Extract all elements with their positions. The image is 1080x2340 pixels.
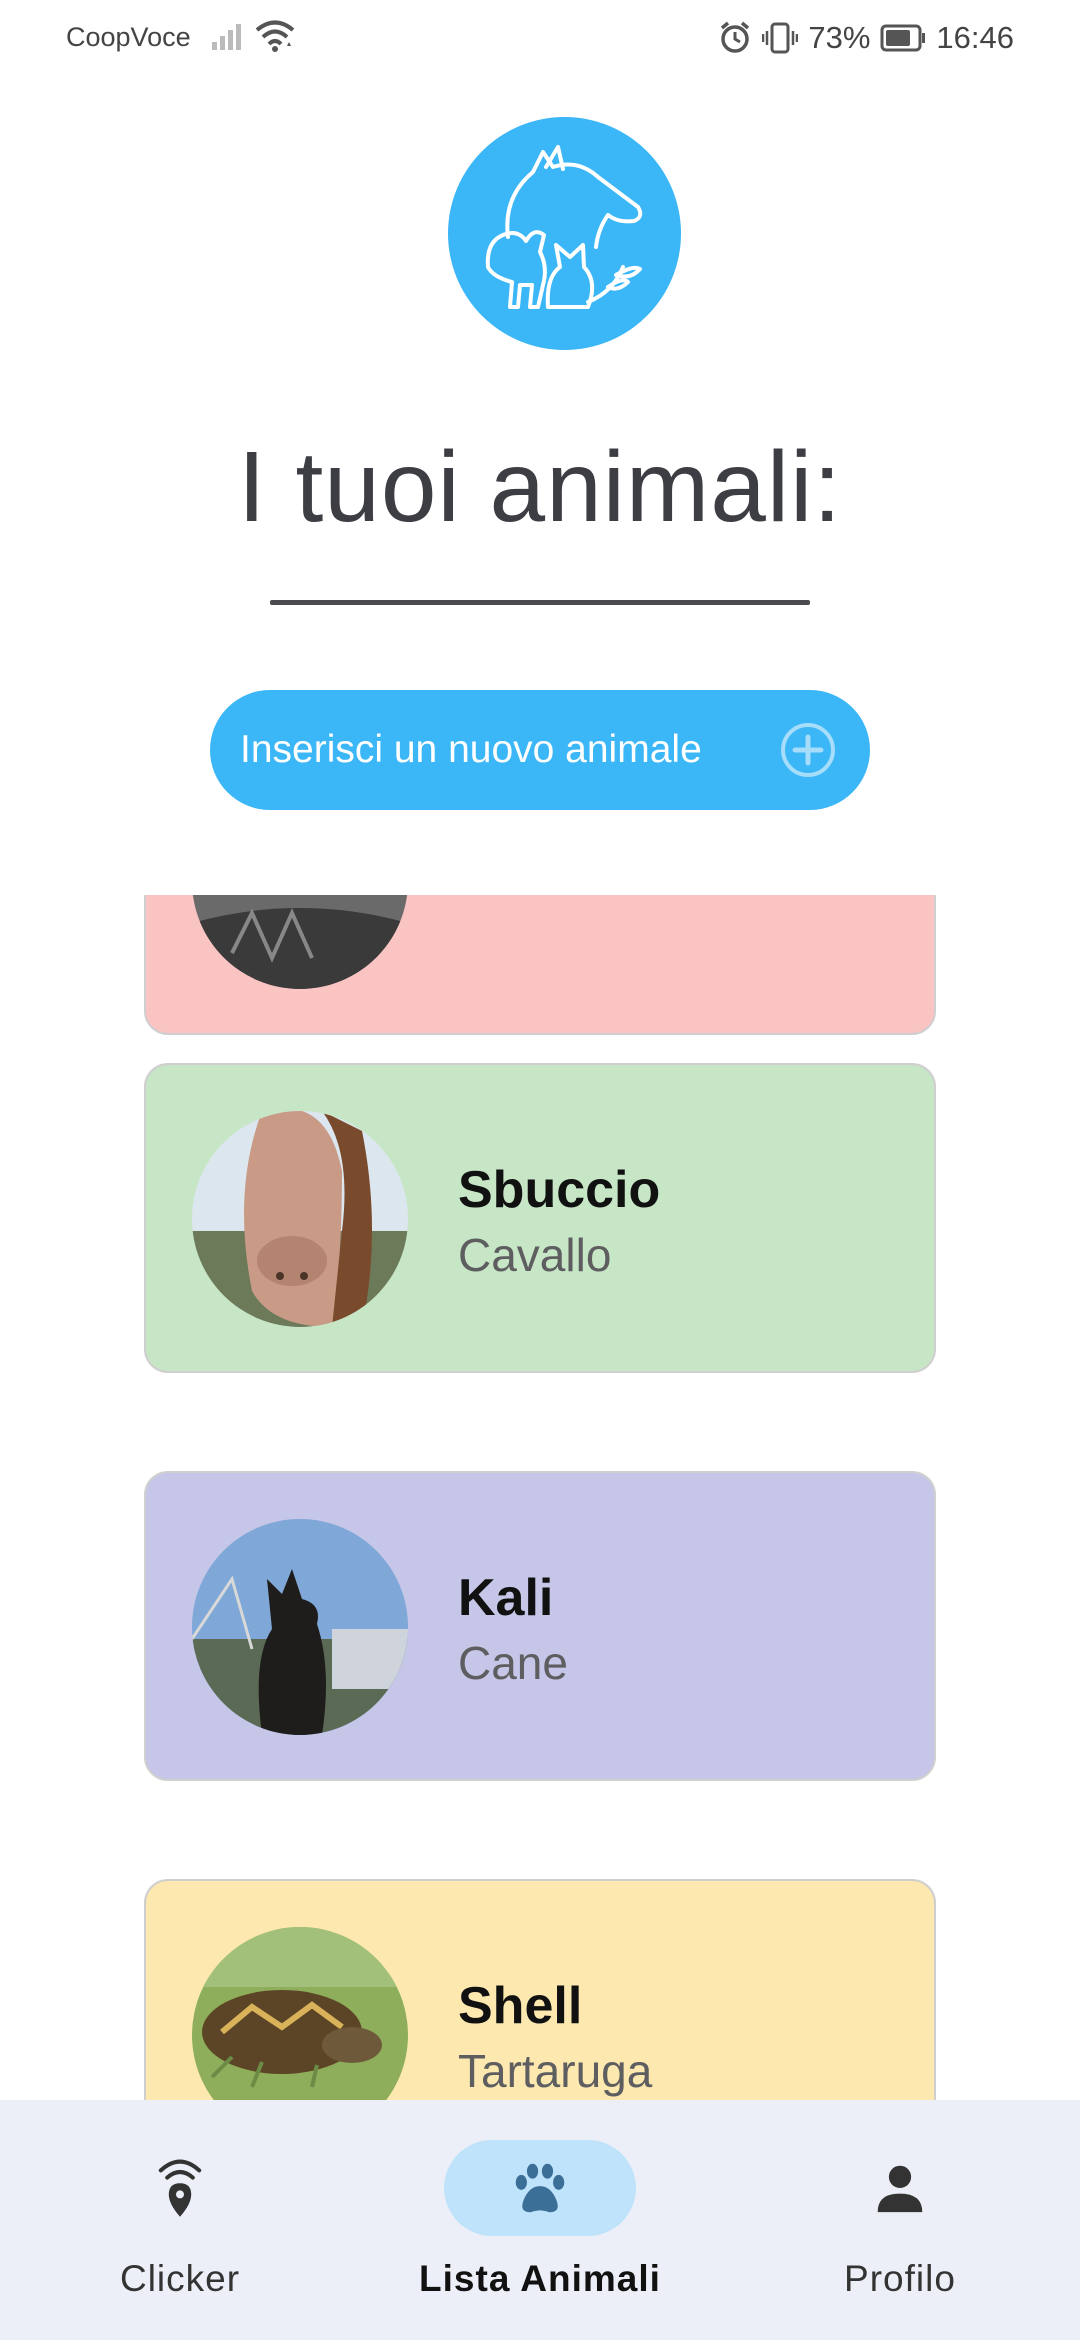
add-animal-button[interactable]: Inserisci un nuovo animale [210,690,870,810]
pet-card[interactable]: Sbuccio Cavallo [144,1063,936,1373]
animals-logo-icon [485,145,643,309]
pet-name: Sbuccio [458,1161,661,1219]
battery-percent: 73% [808,20,871,55]
pet-avatar-tortoise [192,1927,408,2100]
wifi-icon [254,18,296,54]
pet-card[interactable]: Shell Tartaruga [144,1879,936,2100]
alarm-icon [718,21,752,55]
clicker-location-icon [158,2159,202,2217]
page-title: I tuoi animali: [237,431,843,543]
signal-icon [212,22,246,50]
nav-label: Clicker [119,2258,241,2299]
pet-avatar-horse [192,1111,408,1327]
status-bar: CoopVoce 73% 16:46 [0,0,1080,78]
battery-icon [880,24,926,52]
clock-time: 16:46 [936,20,1014,55]
nav-item-profilo[interactable]: Profilo [750,2140,1050,2320]
person-icon [877,2165,923,2213]
pet-species: Tartaruga [458,2045,653,2097]
paw-icon [515,2163,565,2213]
nav-label: Lista Animali [419,2258,661,2299]
pet-card[interactable]: Kali Cane [144,1471,936,1781]
add-animal-button-label: Inserisci un nuovo animale [240,728,702,771]
nav-item-lista-animali[interactable]: Lista Animali [390,2140,690,2320]
carrier-name: CoopVoce [66,22,191,52]
bottom-navigation: Clicker Lista Animali Profilo [0,2100,1080,2340]
pet-avatar-dog [192,1519,408,1735]
pet-name: Shell [458,1977,583,2035]
status-right: 73% 16:46 [718,18,1014,58]
app-logo [448,117,681,350]
pet-species: Cavallo [458,1229,612,1281]
title-underline [270,600,810,605]
pet-list[interactable]: Sbuccio Cavallo Kali Cane Shell Tartarug… [0,895,1080,2100]
nav-label: Profilo [844,2258,956,2299]
nav-item-clicker[interactable]: Clicker [30,2140,330,2320]
pet-name: Kali [458,1569,554,1627]
pet-species: Cane [458,1637,568,1689]
pet-avatar [192,895,408,989]
plus-circle-icon [780,722,836,778]
vibrate-icon [762,21,799,55]
pet-card[interactable] [144,895,936,1035]
